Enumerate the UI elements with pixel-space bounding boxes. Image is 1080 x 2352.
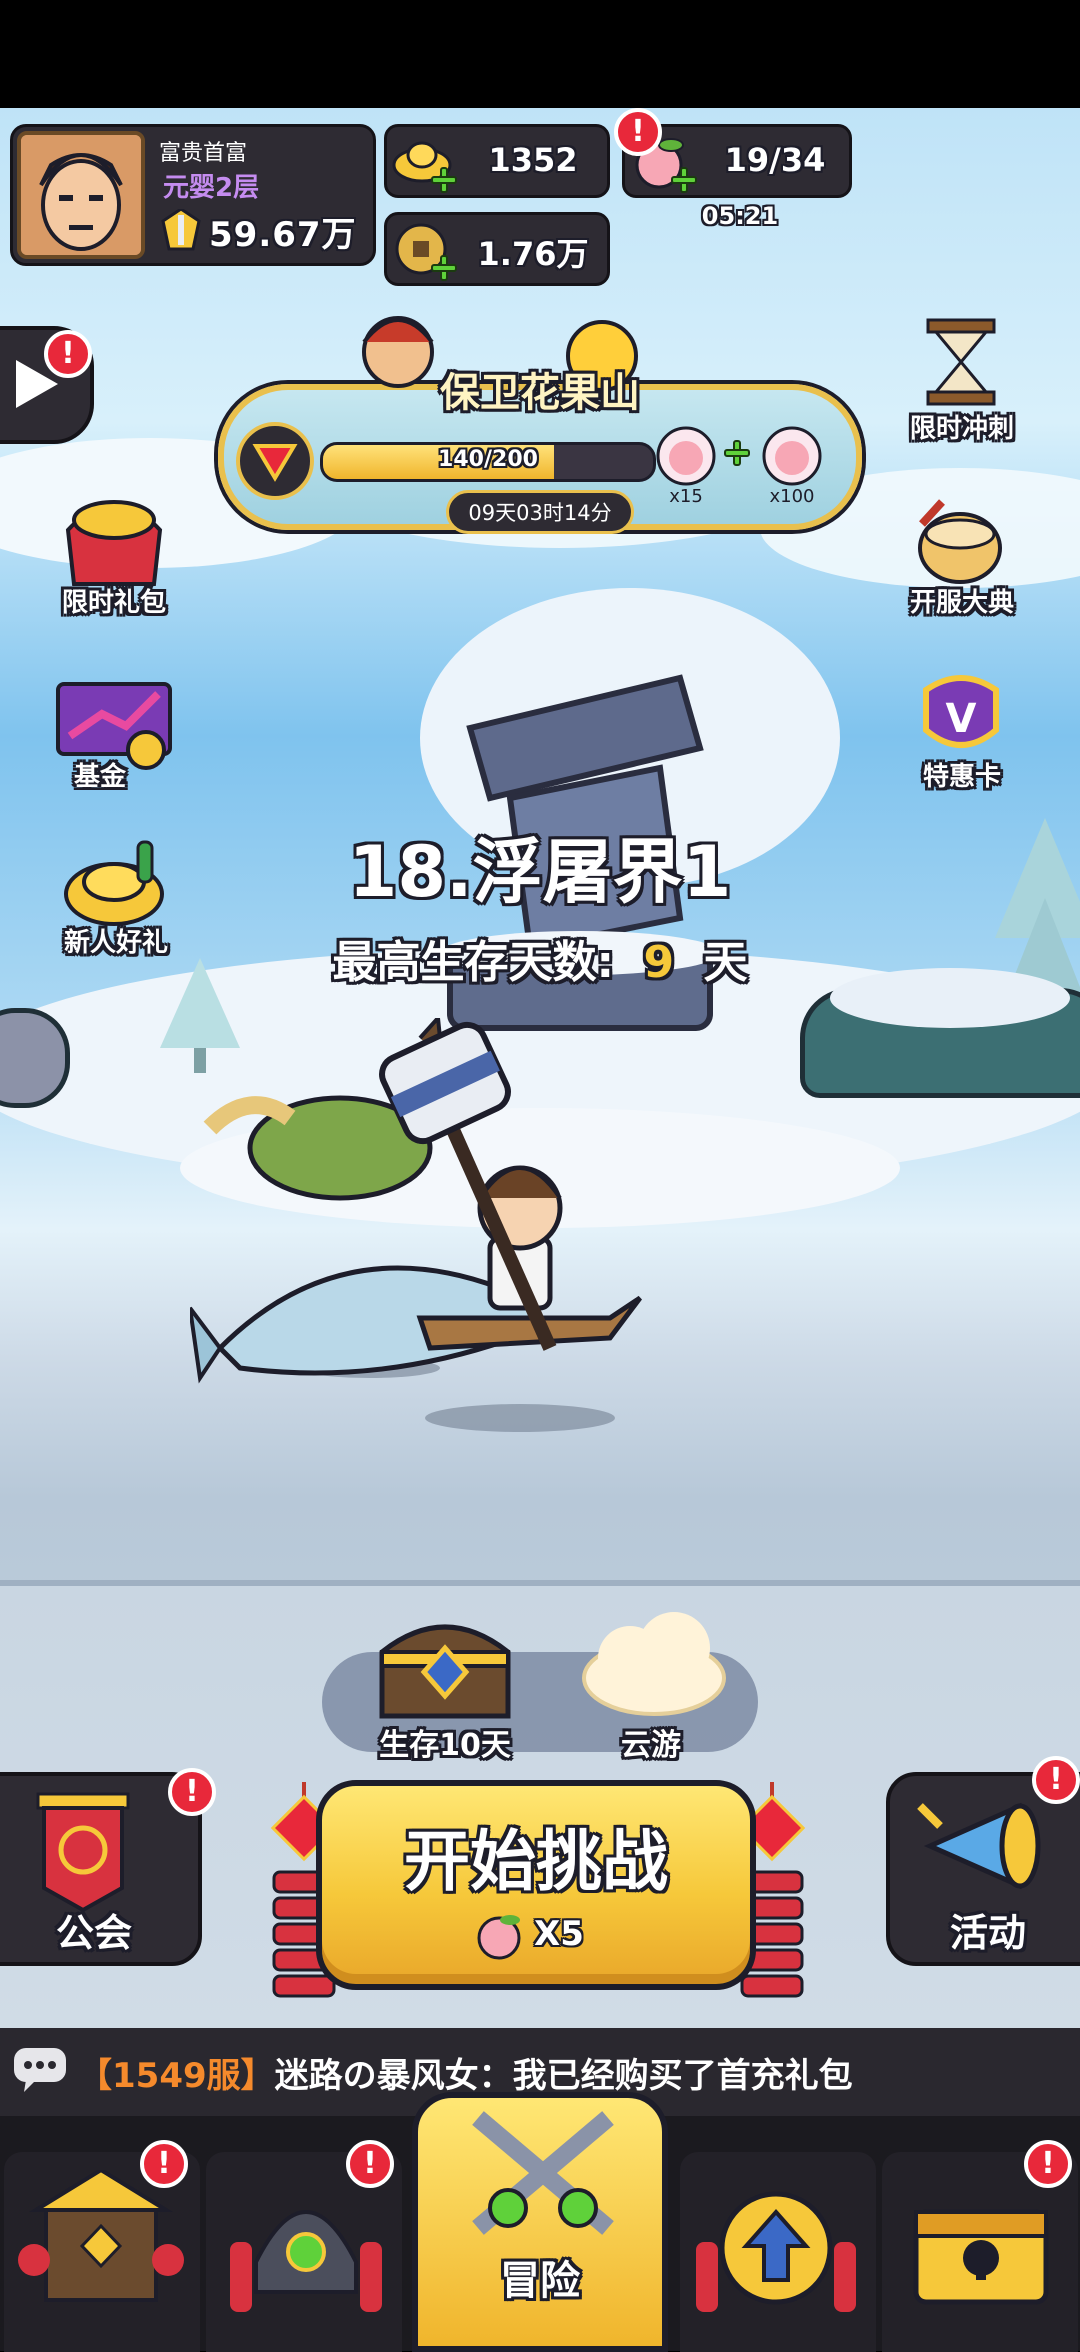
gold-ingot-counter[interactable]: 1352	[384, 124, 610, 198]
start-challenge-button[interactable]: 开始挑战 X5	[316, 1780, 756, 1990]
limited-gift-button[interactable]: 限时礼包	[44, 490, 184, 618]
activity-label: 活动	[949, 1911, 1026, 1955]
shop-building-icon	[18, 2170, 184, 2302]
game-screen: 富贵首富 元婴2层 59.67万 1352 19/34 ! 05:21 1.76…	[0, 108, 1080, 2351]
special-card-label: 特惠卡	[922, 762, 1001, 792]
event-rank-icon	[236, 422, 314, 500]
upgrade-arrow-icon	[696, 2191, 856, 2312]
survival-chest-button[interactable]: 生存10天	[360, 1608, 530, 1763]
nav-adventure-tab[interactable]: 冒险	[412, 2092, 668, 2352]
limited-sprint-button[interactable]: 限时冲刺	[892, 316, 1032, 444]
nav-adventure-label: 冒险	[500, 2258, 580, 2304]
newbie-gift-label: 新人好礼	[63, 928, 168, 958]
locked-chest-icon	[913, 2209, 1049, 2305]
gift-bag-icon	[65, 500, 163, 586]
combat-power-icon	[161, 207, 201, 253]
event-countdown: 09天03时14分	[446, 490, 634, 534]
best-survival-value: 9	[643, 937, 675, 988]
combat-power-value: 59.67万	[209, 215, 357, 255]
coin-value: 1.76万	[477, 235, 589, 273]
reward-peach-icon[interactable]	[654, 424, 718, 488]
reward-peach-icon[interactable]	[760, 424, 824, 488]
newbie-gift-button[interactable]: 新人好礼	[44, 830, 184, 958]
chat-message: 【1549服】迷路の暴风女：我已经购买了首充礼包	[78, 2048, 853, 2097]
gold-ingot-value: 1352	[488, 141, 578, 179]
add-gold-ingot-icon[interactable]	[431, 167, 457, 193]
avatar[interactable]	[17, 131, 145, 259]
chat-text: 迷路の暴风女：我已经购买了首充礼包	[274, 2056, 853, 2096]
guild-alert-badge: !	[168, 1768, 216, 1816]
reward-left-qty: x15	[669, 486, 703, 507]
reward-right-qty: x100	[769, 486, 815, 507]
chat-server: 【1549服】	[78, 2056, 275, 2096]
cloud-travel-label: 云游	[621, 1728, 681, 1763]
nav-treasure-alert-badge: !	[1024, 2140, 1072, 2188]
survival-chest-label: 生存10天	[379, 1728, 511, 1763]
crossed-swords-icon	[472, 2111, 614, 2235]
activity-alert-badge: !	[1032, 1756, 1080, 1804]
special-card-button[interactable]: V 特惠卡	[892, 664, 1032, 792]
guild-label: 公会	[55, 1911, 132, 1955]
stamina-value: 19/34	[724, 141, 826, 179]
player-hero-character	[190, 1018, 642, 1432]
treasure-chest-icon	[379, 1624, 511, 1719]
svg-text:V: V	[946, 696, 977, 742]
snow-cap	[830, 968, 1070, 1028]
coin-counter[interactable]: 1.76万	[384, 212, 610, 286]
add-coin-icon[interactable]	[431, 255, 457, 281]
stage-title: 18.浮屠界1	[348, 831, 732, 913]
cloud-travel-button[interactable]: 云游	[566, 1608, 736, 1763]
best-survival-unit: 天	[703, 937, 748, 988]
player-realm: 元婴2层	[163, 173, 260, 203]
guild-banner-icon	[36, 1792, 130, 1913]
event-progress-text: 140/200	[438, 447, 538, 472]
player-name: 富贵首富	[159, 141, 248, 166]
share-alert-badge: !	[44, 330, 92, 378]
server-celebration-button[interactable]: 开服大典	[892, 490, 1032, 618]
nav-upgrade-tab[interactable]	[680, 2152, 876, 2352]
add-stamina-icon[interactable]	[671, 167, 697, 193]
start-challenge-cost: X5	[534, 1914, 584, 1954]
cloud-icon	[582, 1612, 726, 1716]
horn-icon	[917, 1802, 1041, 1890]
chat-bubble-icon	[14, 2048, 66, 2092]
event-progress-bar: 140/200	[320, 442, 656, 482]
newbie-gift-icon	[64, 840, 164, 926]
fund-button[interactable]: 基金	[44, 664, 184, 792]
fund-label: 基金	[73, 762, 126, 792]
peach-cost-icon	[477, 1915, 521, 1960]
best-survival-prefix: 最高生存天数:	[332, 937, 615, 988]
stamina-alert-badge: !	[614, 108, 662, 156]
best-survival-days: 最高生存天数: 9 天	[240, 926, 840, 990]
server-celebration-label: 开服大典	[909, 588, 1014, 618]
nav-shop-alert-badge: !	[140, 2140, 188, 2188]
limited-gift-label: 限时礼包	[61, 588, 166, 618]
event-title: 保卫花果山	[440, 370, 640, 416]
drum-icon	[918, 499, 1002, 584]
start-challenge-label: 开始挑战	[404, 1823, 668, 1900]
vip-card-icon: V	[923, 675, 999, 748]
avatar-portrait-icon	[21, 135, 141, 255]
reward-plus-icon	[724, 440, 750, 466]
nav-equipment-alert-badge: !	[346, 2140, 394, 2188]
helmet-icon	[230, 2210, 382, 2312]
hourglass-icon	[926, 318, 996, 406]
player-info-panel[interactable]: 富贵首富 元婴2层 59.67万	[10, 124, 376, 266]
limited-sprint-label: 限时冲刺	[909, 414, 1014, 444]
stamina-timer: 05:21	[701, 202, 779, 230]
